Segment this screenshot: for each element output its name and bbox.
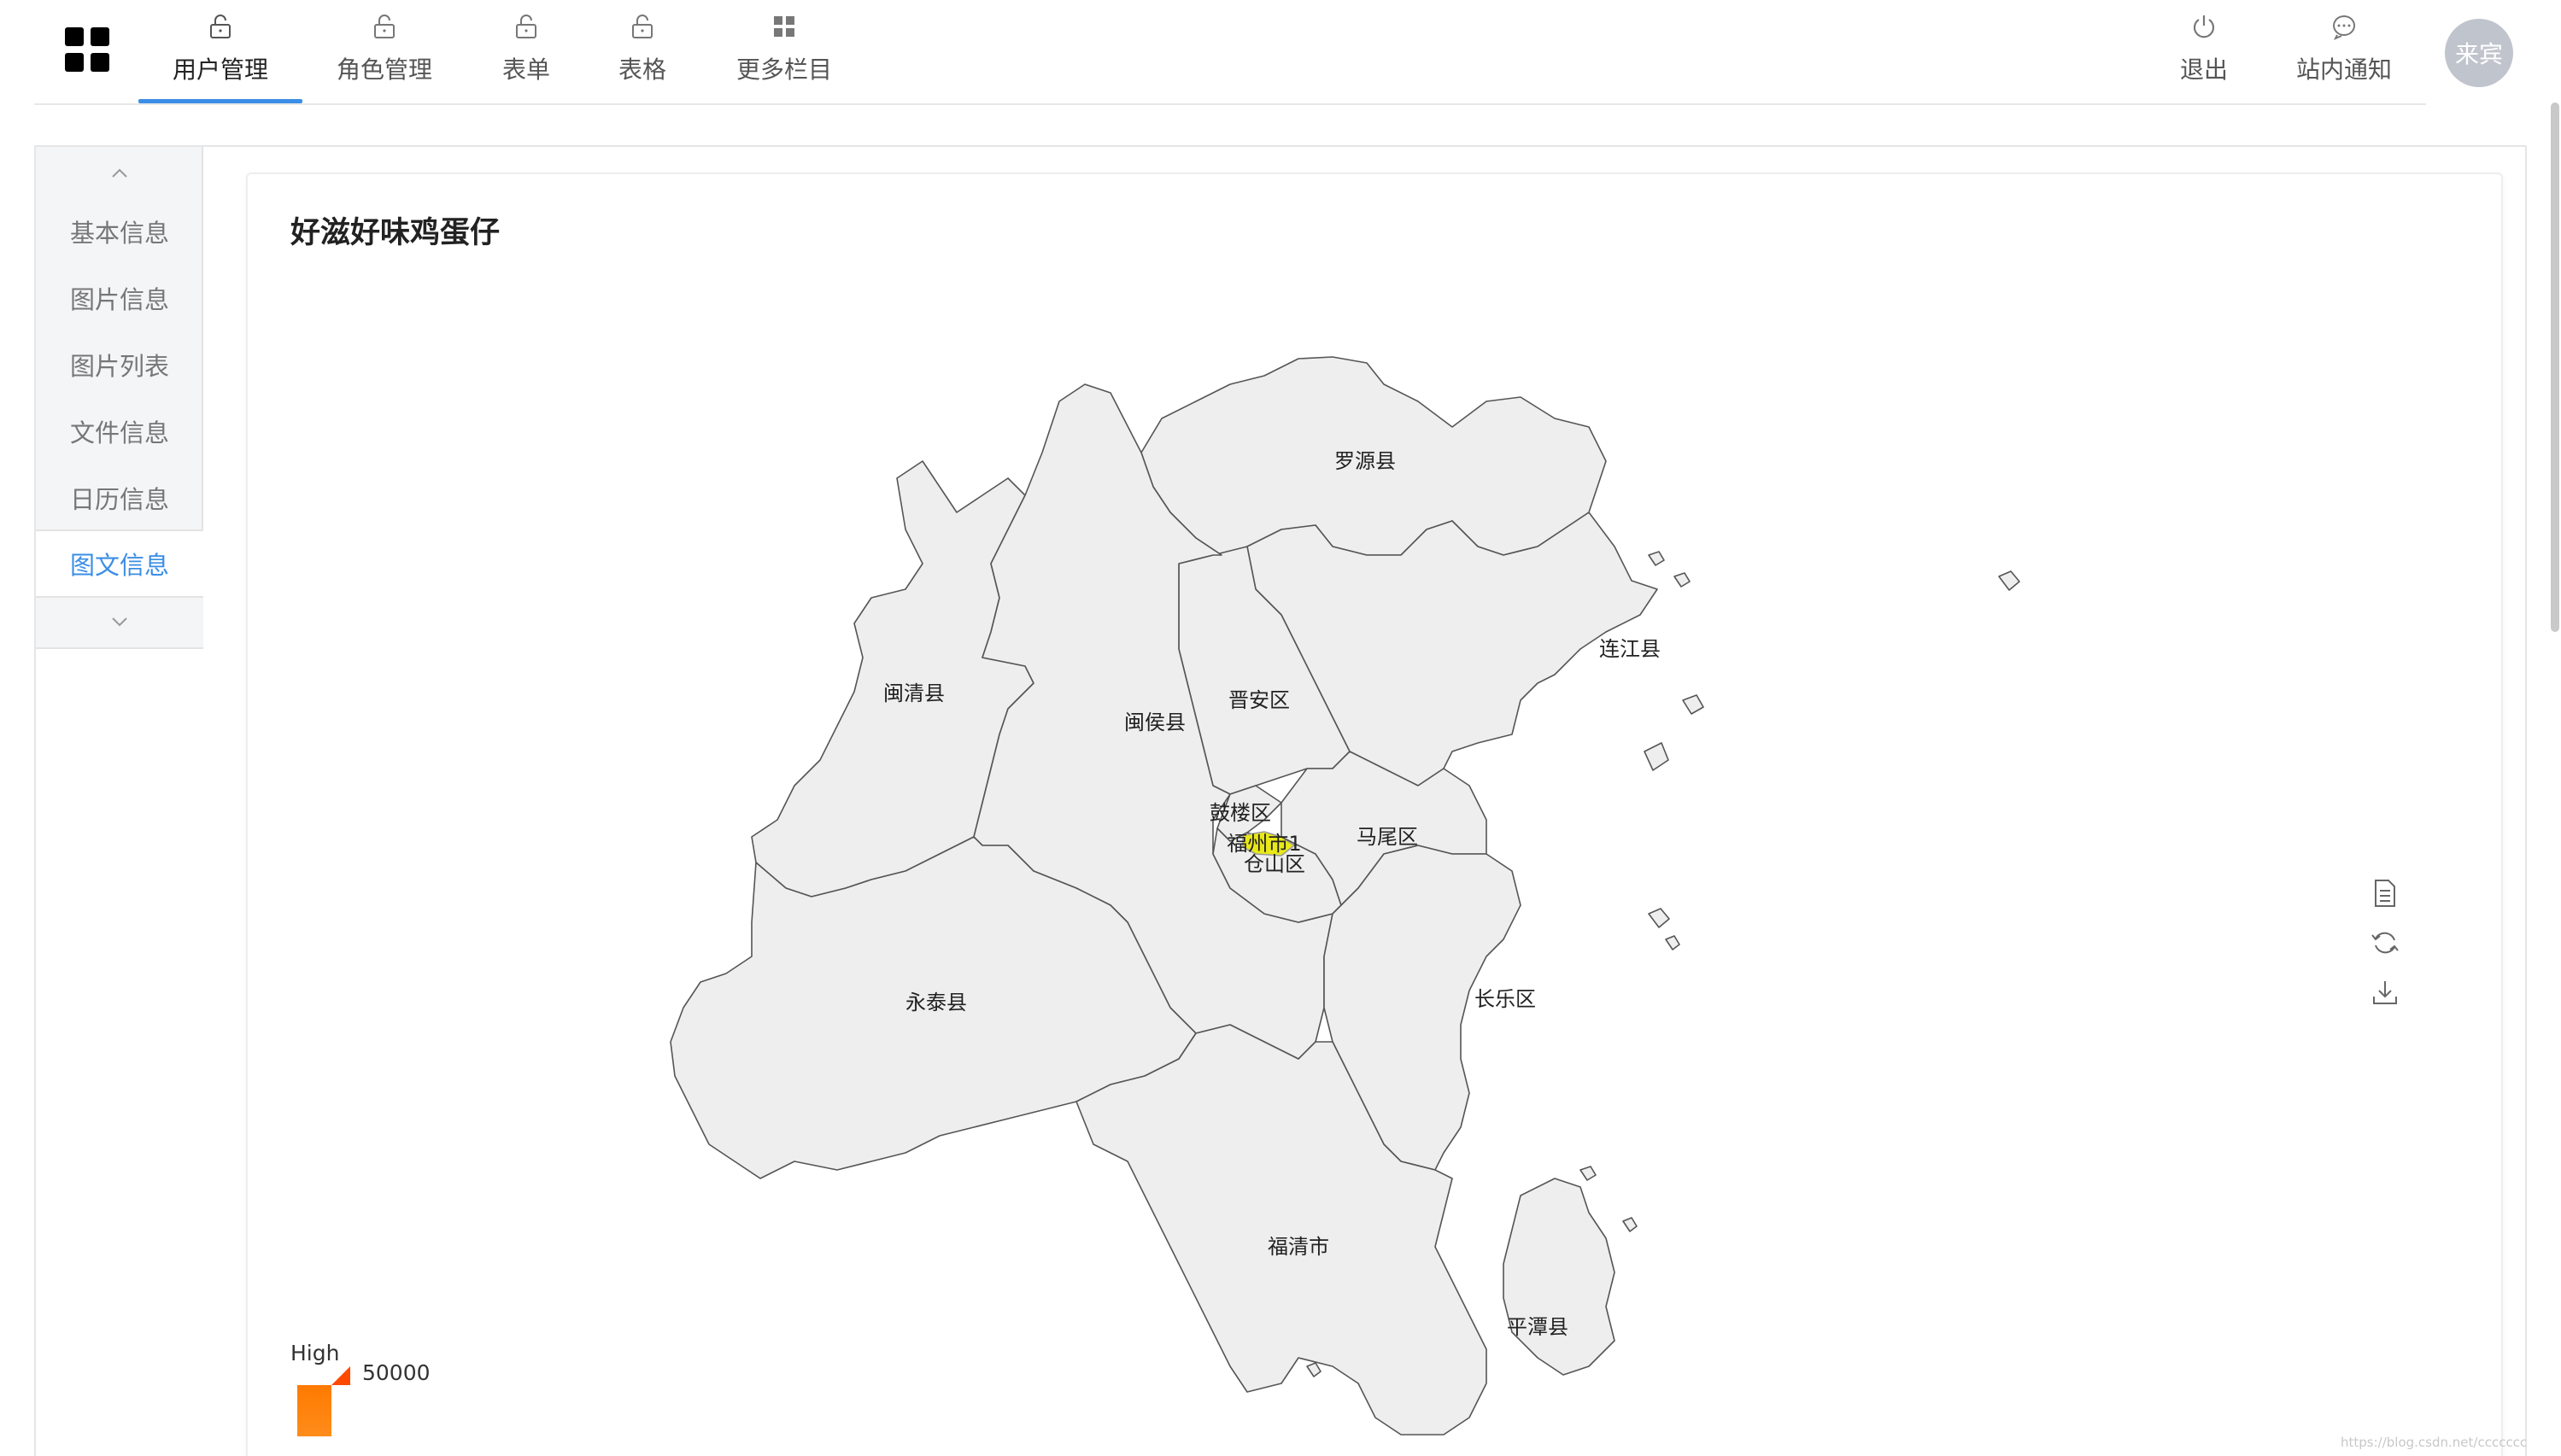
label-gulou: 鼓楼区: [1210, 801, 1271, 825]
island: [1644, 742, 1669, 771]
island: [1306, 1362, 1322, 1377]
island: [1648, 908, 1670, 928]
label-cangshan: 仓山区: [1244, 852, 1305, 876]
visual-map-handle[interactable]: [331, 1366, 350, 1385]
watermark: https://blog.csdn.net/ccccccc: [2341, 1435, 2528, 1450]
chart-toolbox: [2366, 874, 2404, 1023]
label-jinan: 晋安区: [1228, 688, 1290, 712]
island: [1665, 935, 1680, 950]
label-pingtan: 平潭县: [1507, 1315, 1568, 1339]
island: [1998, 570, 2020, 591]
fuzhou-map[interactable]: 罗源县 连江县 闽清县 闽侯县 晋安区 鼓楼区 福州市1 仓山区 马尾区 永泰县…: [0, 0, 2561, 1443]
label-luoyuan: 罗源县: [1334, 449, 1396, 473]
visual-map-max-value: 50000: [362, 1360, 431, 1385]
island: [1579, 1166, 1597, 1181]
save-image-icon[interactable]: [2366, 974, 2404, 1011]
label-fuqing: 福清市: [1268, 1235, 1329, 1259]
page-scrollbar[interactable]: [2551, 102, 2559, 632]
data-view-icon[interactable]: [2366, 874, 2404, 912]
visual-map-high-label: High: [290, 1341, 340, 1365]
restore-icon[interactable]: [2366, 924, 2404, 962]
region-pingtan: [1503, 1178, 1615, 1376]
label-minhou: 闽侯县: [1124, 710, 1186, 734]
island: [1648, 551, 1665, 566]
label-lianjiang: 连江县: [1599, 637, 1661, 661]
label-minqing: 闽清县: [883, 681, 945, 705]
island: [1673, 572, 1691, 588]
label-changle: 长乐区: [1474, 987, 1536, 1011]
label-yongtai: 永泰县: [905, 991, 967, 1015]
visual-map-bar[interactable]: [297, 1385, 331, 1436]
island: [1622, 1217, 1638, 1232]
island: [1682, 694, 1704, 715]
label-mawei: 马尾区: [1357, 825, 1418, 849]
